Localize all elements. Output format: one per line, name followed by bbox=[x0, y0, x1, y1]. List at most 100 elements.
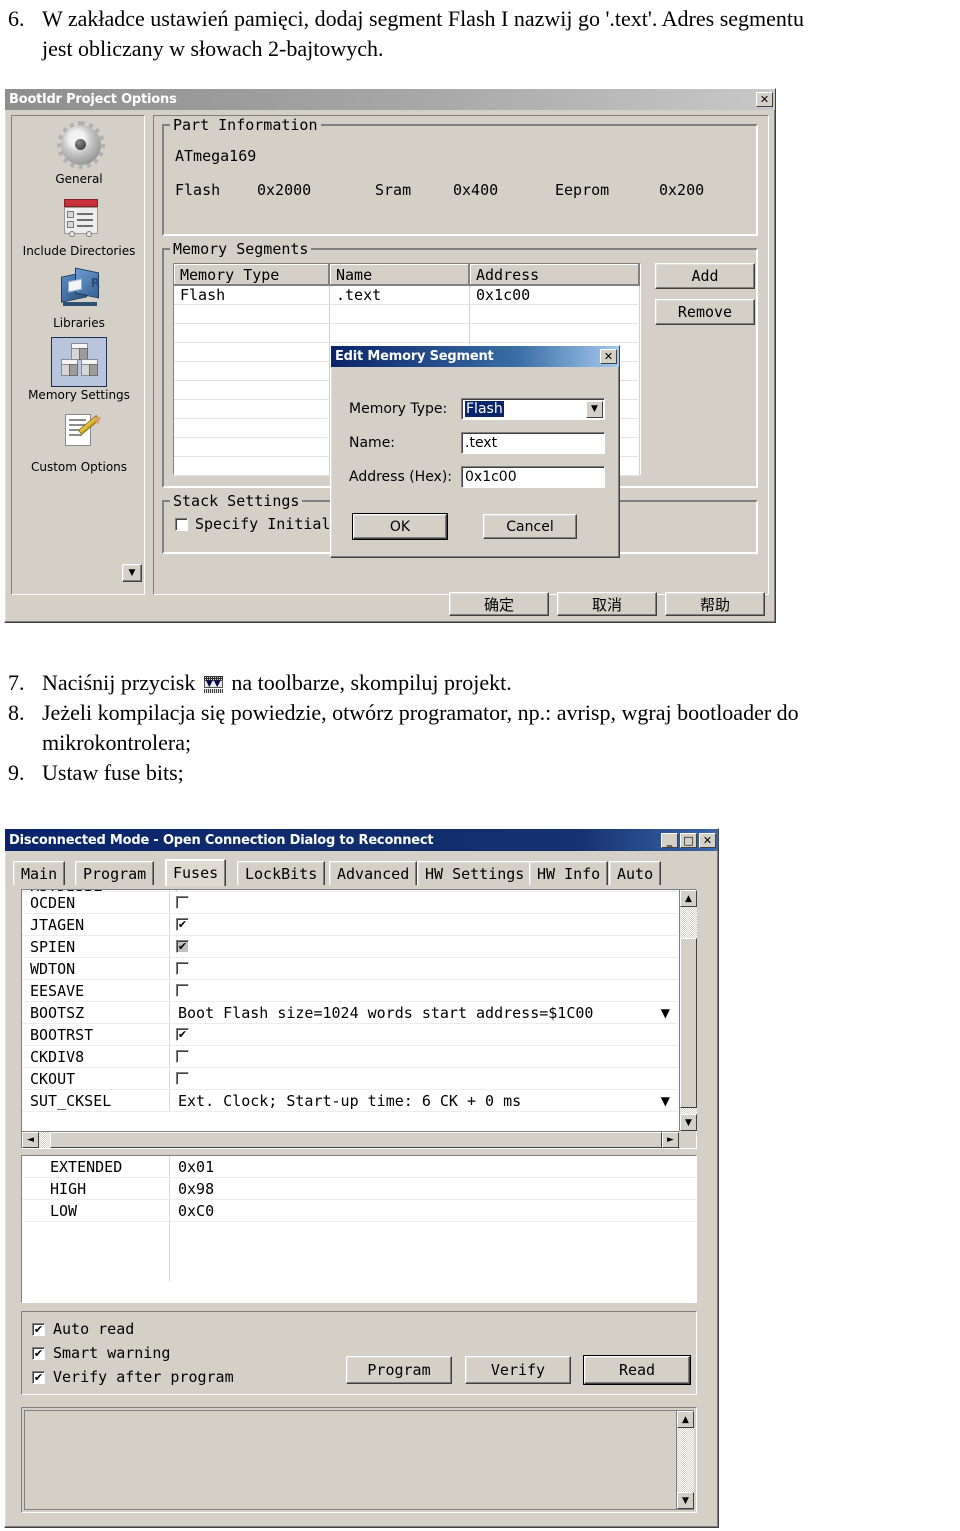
sidebar-item-custom-options[interactable]: Custom Options bbox=[12, 410, 146, 474]
settings-category-sidebar[interactable]: General Include Directories R Libraries bbox=[11, 115, 145, 595]
sidebar-scroll-down-button[interactable]: ▼ bbox=[122, 564, 142, 582]
list-item[interactable]: EXTENDED 0x01 bbox=[22, 1156, 696, 1178]
tab-fuses[interactable]: Fuses bbox=[165, 859, 227, 886]
scroll-down-icon[interactable]: ▼ bbox=[677, 1492, 694, 1509]
sidebar-item-include-directories[interactable]: Include Directories bbox=[12, 194, 146, 258]
maximize-icon[interactable]: □ bbox=[680, 832, 697, 848]
auto-read-row[interactable]: ✔ Auto read bbox=[32, 1320, 134, 1338]
table-row[interactable]: Flash .text 0x1c00 bbox=[174, 286, 640, 305]
fuse-checkbox[interactable] bbox=[176, 1050, 189, 1063]
list-item[interactable]: HIGH 0x98 bbox=[22, 1178, 696, 1200]
verify-button[interactable]: Verify bbox=[465, 1356, 571, 1384]
list-number: 7. bbox=[8, 670, 25, 695]
fuse-value[interactable] bbox=[170, 1068, 678, 1089]
specify-initial-stack-checkbox[interactable] bbox=[175, 517, 188, 531]
tab-lockbits[interactable]: LockBits bbox=[237, 861, 326, 885]
ok-button[interactable]: OK bbox=[352, 513, 448, 540]
fuse-value[interactable] bbox=[170, 980, 678, 1001]
minimize-icon[interactable]: _ bbox=[661, 832, 678, 848]
close-icon[interactable]: ✕ bbox=[699, 832, 716, 848]
fuse-checkbox[interactable] bbox=[176, 896, 189, 909]
scrollbar-thumb[interactable] bbox=[680, 938, 697, 1108]
fuse-value[interactable] bbox=[170, 892, 678, 913]
fuse-checkbox[interactable] bbox=[176, 984, 189, 997]
fuse-list-horizontal-scrollbar[interactable]: ◄ ► bbox=[22, 1131, 679, 1148]
fuse-value[interactable]: ✔ bbox=[170, 914, 678, 935]
fuse-checkbox[interactable]: ✔ bbox=[176, 918, 189, 931]
verify-after-program-checkbox[interactable]: ✔ bbox=[32, 1370, 45, 1384]
close-icon[interactable]: ✕ bbox=[756, 92, 773, 107]
sidebar-item-memory-settings[interactable]: Memory Settings bbox=[12, 337, 146, 402]
log-output-area[interactable]: ▲ ▼ bbox=[21, 1407, 697, 1513]
scrollbar-track[interactable] bbox=[677, 1428, 694, 1492]
fuse-value[interactable]: ✔ bbox=[170, 936, 678, 957]
chevron-down-icon[interactable]: ▼ bbox=[661, 1006, 670, 1020]
smart-warning-checkbox[interactable]: ✔ bbox=[32, 1346, 45, 1360]
help-button[interactable]: 帮助 bbox=[665, 592, 765, 616]
tab-advanced[interactable]: Advanced bbox=[329, 861, 418, 885]
column-header-name[interactable]: Name bbox=[330, 264, 470, 286]
fuse-list[interactable]: RSTDISBL OCDEN JTAGEN ✔ SPIEN ✔ WDTON EE… bbox=[21, 889, 697, 1149]
verify-after-program-row[interactable]: ✔ Verify after program bbox=[32, 1368, 234, 1386]
scroll-right-icon[interactable]: ► bbox=[662, 1132, 679, 1148]
scroll-down-icon[interactable]: ▼ bbox=[680, 1114, 697, 1131]
list-item[interactable]: JTAGEN ✔ bbox=[22, 914, 678, 936]
fuse-value[interactable]: ✔ bbox=[170, 1024, 678, 1045]
sidebar-item-general[interactable]: General bbox=[12, 122, 146, 186]
list-item[interactable]: CKOUT bbox=[22, 1068, 678, 1090]
chevron-down-icon[interactable]: ▼ bbox=[661, 1094, 670, 1108]
fuse-value[interactable]: Ext. Clock; Start-up time: 6 CK + 0 ms ▼ bbox=[170, 1090, 678, 1111]
tab-program[interactable]: Program bbox=[75, 861, 155, 885]
table-row-empty[interactable] bbox=[174, 324, 640, 343]
list-item[interactable]: SUT_CKSEL Ext. Clock; Start-up time: 6 C… bbox=[22, 1090, 678, 1112]
fuse-value[interactable] bbox=[170, 958, 678, 979]
log-text-region[interactable]: ▲ ▼ bbox=[24, 1410, 694, 1510]
list-item[interactable]: LOW 0xC0 bbox=[22, 1200, 696, 1222]
ok-button[interactable]: 确定 bbox=[449, 592, 549, 616]
list-item[interactable]: BOOTSZ Boot Flash size=1024 words start … bbox=[22, 1002, 678, 1024]
fuse-value[interactable] bbox=[170, 890, 678, 891]
specify-initial-stack-row[interactable]: Specify Initial S bbox=[175, 515, 349, 533]
list-item[interactable]: OCDEN bbox=[22, 892, 678, 914]
scroll-up-icon[interactable]: ▲ bbox=[680, 890, 697, 907]
tab-main[interactable]: Main bbox=[13, 861, 66, 885]
fuse-value[interactable] bbox=[170, 1046, 678, 1067]
fuse-byte-values-list[interactable]: EXTENDED 0x01 HIGH 0x98 LOW 0xC0 bbox=[21, 1155, 697, 1303]
close-icon[interactable]: ✕ bbox=[600, 349, 617, 364]
fuse-list-vertical-scrollbar[interactable]: ▲ ▼ bbox=[679, 890, 697, 1131]
column-header-address[interactable]: Address bbox=[470, 264, 640, 286]
cancel-button[interactable]: 取消 bbox=[557, 592, 657, 616]
fuse-checkbox[interactable]: ✔ bbox=[176, 1028, 189, 1041]
chevron-down-icon[interactable]: ▼ bbox=[586, 400, 603, 418]
log-vertical-scrollbar[interactable]: ▲ ▼ bbox=[676, 1411, 694, 1509]
list-item[interactable]: CKDIV8 bbox=[22, 1046, 678, 1068]
list-item[interactable]: BOOTRST ✔ bbox=[22, 1024, 678, 1046]
cancel-button[interactable]: Cancel bbox=[483, 514, 577, 539]
list-item-empty[interactable] bbox=[22, 1222, 696, 1282]
auto-read-checkbox[interactable]: ✔ bbox=[32, 1322, 45, 1336]
smart-warning-row[interactable]: ✔ Smart warning bbox=[32, 1344, 170, 1362]
address-input[interactable]: 0x1c00 bbox=[461, 466, 605, 488]
list-item[interactable]: SPIEN ✔ bbox=[22, 936, 678, 958]
read-button[interactable]: Read bbox=[583, 1355, 691, 1385]
fuse-checkbox[interactable] bbox=[176, 1072, 189, 1085]
add-segment-button[interactable]: Add bbox=[655, 263, 755, 289]
fuse-checkbox[interactable] bbox=[176, 890, 189, 891]
sidebar-item-libraries[interactable]: R Libraries bbox=[12, 266, 146, 330]
tab-hw-settings[interactable]: HW Settings bbox=[417, 861, 533, 885]
name-input[interactable]: .text bbox=[461, 432, 605, 454]
list-item[interactable]: EESAVE bbox=[22, 980, 678, 1002]
column-header-memory-type[interactable]: Memory Type bbox=[174, 264, 330, 286]
scroll-up-icon[interactable]: ▲ bbox=[677, 1411, 694, 1428]
scrollbar-thumb[interactable] bbox=[50, 1132, 662, 1148]
scroll-left-icon[interactable]: ◄ bbox=[22, 1132, 39, 1148]
fuse-value[interactable]: Boot Flash size=1024 words start address… bbox=[170, 1002, 678, 1023]
remove-segment-button[interactable]: Remove bbox=[655, 299, 755, 325]
tab-auto[interactable]: Auto bbox=[609, 861, 662, 885]
list-item[interactable]: WDTON bbox=[22, 958, 678, 980]
memory-type-combo[interactable]: Flash ▼ bbox=[461, 398, 605, 420]
tab-hw-info[interactable]: HW Info bbox=[529, 861, 609, 885]
table-row-empty[interactable] bbox=[174, 305, 640, 324]
fuse-checkbox[interactable] bbox=[176, 962, 189, 975]
program-button[interactable]: Program bbox=[346, 1356, 452, 1384]
